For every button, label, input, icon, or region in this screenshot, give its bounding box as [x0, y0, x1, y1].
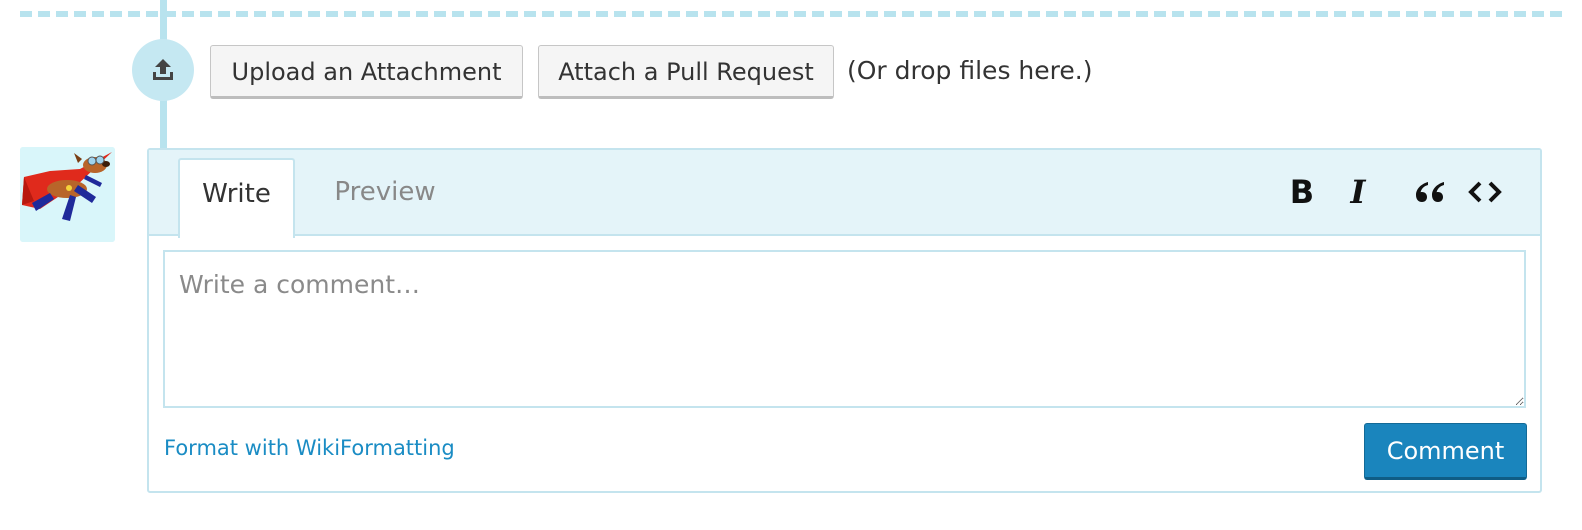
upload-attachment-button[interactable]: Upload an Attachment	[210, 45, 523, 99]
code-icon	[1468, 181, 1502, 203]
quote-button[interactable]	[1410, 172, 1450, 212]
quote-icon	[1416, 182, 1444, 202]
tab-write[interactable]: Write	[178, 158, 295, 238]
code-button[interactable]	[1465, 172, 1505, 212]
editor-tab-bar: Write Preview B I	[149, 150, 1540, 238]
format-wikiformatting-link[interactable]: Format with WikiFormatting	[164, 436, 455, 460]
comment-editor: Write Preview B I Format with WikiFormat…	[147, 148, 1542, 493]
bold-button[interactable]: B	[1282, 172, 1322, 212]
upload-badge	[132, 39, 194, 101]
italic-button[interactable]: I	[1338, 172, 1378, 212]
avatar	[20, 147, 115, 242]
comment-submit-button[interactable]: Comment	[1364, 423, 1527, 480]
tab-preview[interactable]: Preview	[315, 158, 455, 236]
comment-textarea[interactable]	[163, 250, 1526, 408]
drop-files-hint: (Or drop files here.)	[847, 56, 1093, 85]
timeline-divider	[20, 11, 1562, 17]
upload-icon	[153, 59, 173, 80]
attach-pull-request-button[interactable]: Attach a Pull Request	[538, 45, 834, 99]
superhero-dog-avatar-icon	[20, 147, 115, 242]
